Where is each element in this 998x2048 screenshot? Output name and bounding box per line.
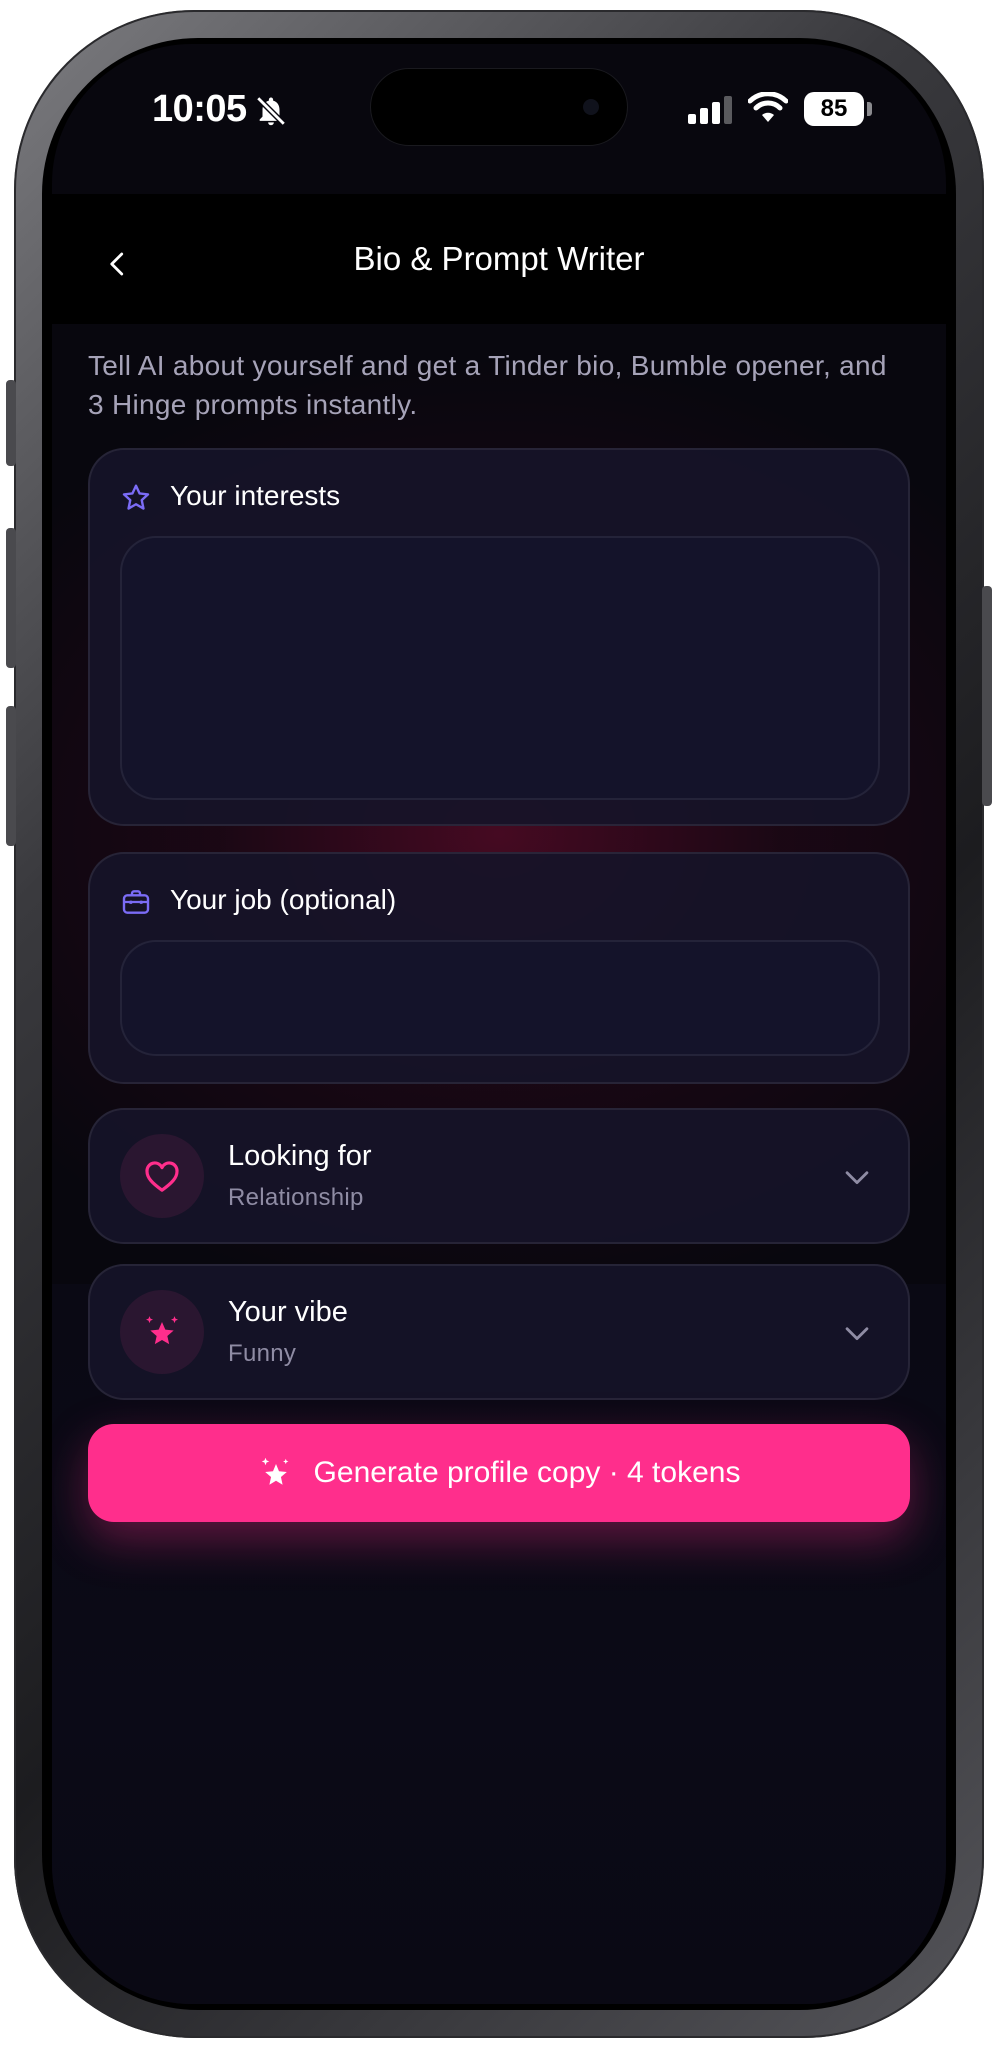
battery-tip	[867, 102, 872, 116]
camera-lens	[583, 99, 599, 115]
dynamic-island	[370, 68, 628, 146]
wifi-icon	[748, 92, 788, 122]
sparkle-star-icon	[146, 1316, 178, 1345]
job-card: Your job (optional)	[88, 852, 910, 1084]
intro-text: Tell AI about yourself and get a Tinder …	[88, 350, 887, 420]
vibe-select[interactable]: Your vibe Funny	[88, 1264, 910, 1400]
vibe-icon-badge	[120, 1290, 204, 1374]
chevron-down-icon	[845, 1327, 869, 1341]
looking-for-value: Relationship	[228, 1184, 364, 1211]
side-button-volume-down	[6, 706, 16, 846]
generate-profile-button[interactable]: Generate profile copy · 4 tokens	[88, 1424, 910, 1522]
page-title: Bio & Prompt Writer	[353, 240, 645, 277]
chevron-down-icon	[845, 1171, 869, 1185]
nav-bar: Bio & Prompt Writer	[52, 194, 946, 324]
looking-for-title: Looking for	[228, 1140, 372, 1172]
looking-for-select[interactable]: Looking for Relationship	[88, 1108, 910, 1244]
looking-for-icon-badge	[120, 1134, 204, 1218]
bell-slash-icon	[256, 96, 286, 126]
side-button-power	[982, 586, 992, 806]
job-label: Your job (optional)	[170, 884, 397, 915]
phone-screen: 10:05 85 Bio & Prompt Writer Tell AI abo…	[52, 44, 946, 2004]
job-input[interactable]	[120, 940, 880, 1056]
side-button-volume-up	[6, 528, 16, 668]
side-button-action	[6, 380, 16, 466]
sparkles-icon	[261, 1457, 288, 1485]
status-bar: 10:05 85	[52, 44, 946, 194]
briefcase-icon	[122, 890, 150, 914]
battery-level: 85	[820, 95, 848, 122]
interests-card: Your interests	[88, 448, 910, 826]
status-time: 10:05	[152, 88, 247, 130]
signal-icon	[688, 96, 732, 124]
heart-icon	[145, 1161, 179, 1192]
star-outline-icon	[122, 484, 150, 510]
battery-icon: 85	[804, 92, 864, 126]
vibe-value: Funny	[228, 1340, 297, 1367]
interests-input[interactable]	[120, 536, 880, 800]
generate-button-label: Generate profile copy · 4 tokens	[313, 1456, 741, 1489]
interests-label: Your interests	[170, 480, 341, 511]
vibe-title: Your vibe	[228, 1296, 348, 1328]
